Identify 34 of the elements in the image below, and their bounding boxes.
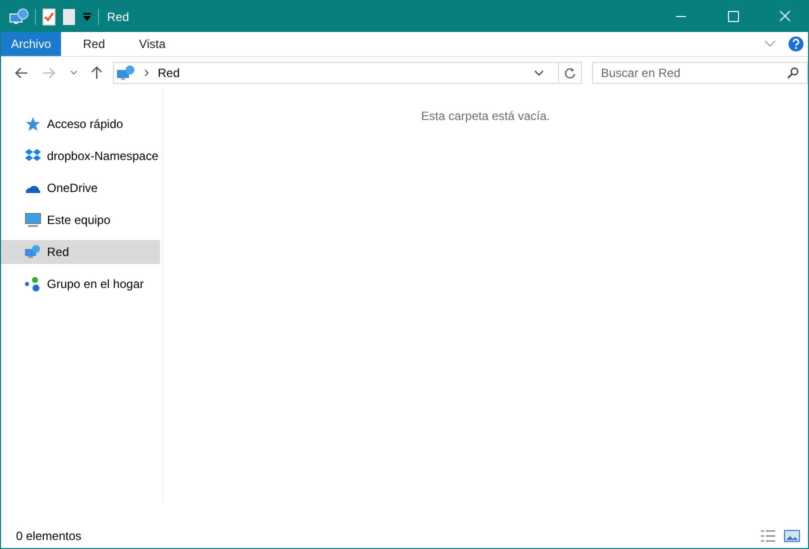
sidebar-item[interactable]: Acceso rápido (1, 112, 160, 136)
large-icons-view-icon[interactable] (784, 529, 800, 543)
back-arrow-icon[interactable] (15, 67, 28, 79)
up-arrow-icon[interactable] (91, 66, 103, 80)
address-bar[interactable]: Red (112, 62, 582, 84)
window-title: Red (107, 10, 130, 24)
dropdown-icon[interactable] (82, 12, 92, 22)
sidebar-item[interactable]: dropbox-Namespace (1, 144, 160, 168)
network-icon (25, 244, 41, 260)
ribbon-tab[interactable]: Archivo (1, 32, 62, 56)
chevron-down-icon[interactable] (534, 70, 544, 76)
ribbon-tab[interactable]: Red (71, 32, 118, 56)
search-icon (786, 67, 799, 79)
properties-icon[interactable] (42, 8, 56, 26)
empty-folder-message: Esta carpeta está vacía. (421, 109, 550, 123)
network-icon (116, 65, 136, 81)
dropbox-icon (25, 148, 41, 164)
address-path: Red (158, 66, 180, 80)
chevron-down-icon[interactable] (70, 70, 78, 76)
sidebar-item[interactable]: Grupo en el hogar (1, 272, 160, 296)
new-folder-icon[interactable] (62, 8, 76, 26)
chevron-right-icon[interactable] (144, 69, 150, 77)
sidebar-item[interactable]: Este equipo (1, 208, 160, 232)
network-icon (9, 8, 29, 26)
details-view-icon[interactable] (760, 529, 776, 543)
sidebar-item[interactable]: OneDrive (1, 176, 160, 200)
ribbon-tab[interactable]: Vista (127, 32, 178, 56)
help-icon[interactable] (788, 36, 804, 52)
sidebar-item[interactable]: Red (1, 240, 160, 264)
item-count: 0 elementos (16, 529, 82, 543)
search-field[interactable]: Buscar en Red (592, 62, 808, 84)
computer-icon (25, 212, 41, 228)
star-icon (25, 116, 41, 132)
homegroup-icon (25, 276, 41, 292)
